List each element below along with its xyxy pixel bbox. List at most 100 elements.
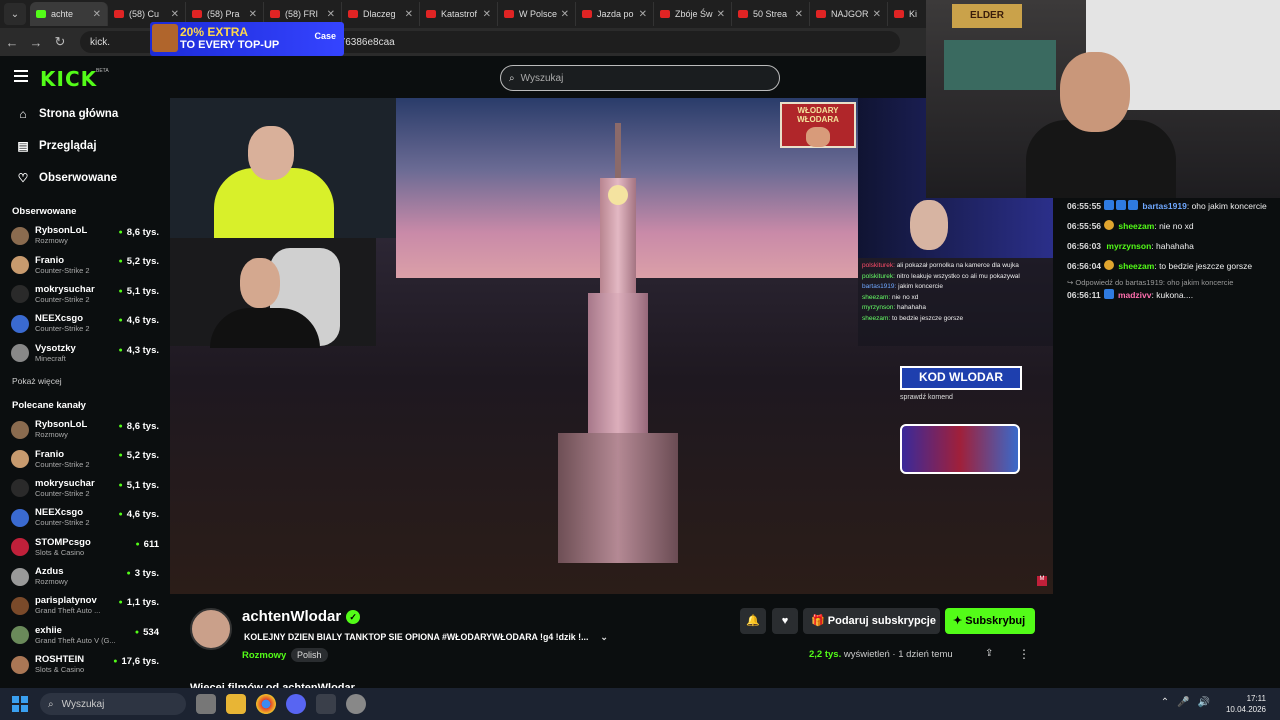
youtube-favicon-icon bbox=[426, 10, 436, 18]
chat-username[interactable]: sheezam bbox=[1118, 221, 1154, 231]
view-count: 2,2 tys. wyświetleń · 1 dzień temu bbox=[809, 649, 953, 660]
browser-tab[interactable]: 50 Strea ✕ bbox=[732, 2, 810, 26]
discord-icon[interactable] bbox=[286, 694, 306, 714]
show-more-link[interactable]: Pokaż więcej bbox=[0, 368, 170, 388]
windows-start-icon[interactable] bbox=[12, 696, 28, 712]
system-tray-icons[interactable]: ⌃🎤🔊 bbox=[1161, 697, 1218, 708]
chat-message: 06:55:56 sheezam: nie no xd bbox=[1067, 220, 1194, 231]
close-icon[interactable]: ✕ bbox=[795, 9, 803, 20]
taskbar-search-input[interactable]: ⌕ Wyszukaj bbox=[40, 693, 186, 715]
xbox-icon[interactable] bbox=[316, 694, 336, 714]
channel-item[interactable]: ROSHTEIN Slots & Casino 17,6 tys. bbox=[0, 650, 170, 679]
browser-tab[interactable]: achte ✕ bbox=[30, 2, 108, 26]
channel-item[interactable]: exhiie Grand Theft Auto V (G... 534 bbox=[0, 621, 170, 650]
kick-logo[interactable]: KICK bbox=[40, 67, 97, 91]
video-player[interactable]: WŁODARY WŁODARA polskiturek: ali pokazał… bbox=[170, 98, 1053, 594]
app-icon[interactable] bbox=[346, 694, 366, 714]
kick-favicon-icon bbox=[36, 10, 46, 18]
close-icon[interactable]: ✕ bbox=[561, 9, 569, 20]
home-icon: ⌂ bbox=[19, 107, 27, 121]
channel-item[interactable]: Franio Counter-Strike 2 5,2 tys. bbox=[0, 444, 170, 473]
channel-item[interactable]: NEEXcsgo Counter-Strike 2 4,6 tys. bbox=[0, 309, 170, 338]
chrome-icon[interactable] bbox=[256, 694, 276, 714]
viewer-count: 17,6 tys. bbox=[113, 656, 160, 667]
close-icon[interactable]: ✕ bbox=[249, 9, 257, 20]
channel-item[interactable]: Franio Counter-Strike 2 5,2 tys. bbox=[0, 250, 170, 279]
forward-icon[interactable]: → bbox=[24, 35, 48, 50]
viewer-count: 8,6 tys. bbox=[119, 227, 159, 238]
avatar bbox=[11, 508, 29, 527]
channel-item[interactable]: parisplatynov Grand Theft Auto ... 1,1 t… bbox=[0, 591, 170, 620]
browser-tab[interactable]: NAJGOR ✕ bbox=[810, 2, 888, 26]
palace-of-culture bbox=[558, 123, 678, 563]
channel-item[interactable]: Vysotzky Minecraft 4,3 tys. bbox=[0, 339, 170, 368]
viewer-count: 4,6 tys. bbox=[119, 315, 159, 326]
heart-follow-icon[interactable]: ♥ bbox=[772, 608, 798, 634]
gift-subscription-button[interactable]: 🎁 Podaruj subskrypcje bbox=[803, 608, 940, 634]
tab-search-button[interactable]: ⌄ bbox=[4, 3, 26, 25]
subscribe-button[interactable]: ✦ Subskrybuj bbox=[945, 608, 1035, 634]
bell-icon[interactable]: 🔔 bbox=[740, 608, 766, 634]
overlay-chat: polskiturek: ali pokazał pornolka na kam… bbox=[858, 258, 1053, 346]
sidebar-nav-item[interactable]: ⌂ Strona główna bbox=[0, 98, 170, 130]
channel-item[interactable]: mokrysuchar Counter-Strike 2 5,1 tys. bbox=[0, 280, 170, 309]
search-input[interactable]: ⌕ Wyszukaj bbox=[500, 65, 780, 91]
close-icon[interactable]: ✕ bbox=[171, 9, 179, 20]
more-options-icon[interactable]: ⋮ bbox=[1018, 647, 1030, 661]
channel-item[interactable]: Azdus Rozmowy 3 tys. bbox=[0, 562, 170, 591]
close-icon[interactable]: ✕ bbox=[873, 9, 881, 20]
sidebar-nav-item[interactable]: ♡ Obserwowane bbox=[0, 162, 170, 194]
channel-name[interactable]: achtenWlodar bbox=[242, 608, 341, 625]
close-icon[interactable]: ✕ bbox=[639, 9, 647, 20]
menu-icon[interactable] bbox=[14, 70, 28, 82]
chat-username[interactable]: sheezam bbox=[1118, 261, 1154, 271]
browser-tab[interactable]: Dlaczeg ✕ bbox=[342, 2, 420, 26]
close-icon[interactable]: ✕ bbox=[327, 9, 335, 20]
browser-tab[interactable]: Jazda po ✕ bbox=[576, 2, 654, 26]
task-view-icon[interactable] bbox=[196, 694, 216, 714]
category-link[interactable]: Rozmowy bbox=[242, 650, 286, 661]
browser-tab[interactable]: Zbóje Św ✕ bbox=[654, 2, 732, 26]
reload-icon[interactable]: ↻ bbox=[48, 34, 72, 50]
close-icon[interactable]: ✕ bbox=[93, 9, 101, 20]
close-icon[interactable]: ✕ bbox=[405, 9, 413, 20]
chat-username[interactable]: bartas1919 bbox=[1142, 201, 1186, 211]
youtube-favicon-icon bbox=[504, 10, 514, 18]
browse-icon: ▤ bbox=[17, 139, 29, 153]
youtube-favicon-icon bbox=[192, 10, 202, 18]
channel-item[interactable]: NEEXcsgo Counter-Strike 2 4,6 tys. bbox=[0, 503, 170, 532]
viewer-count: 5,1 tys. bbox=[119, 480, 159, 491]
avatar bbox=[11, 450, 29, 469]
file-explorer-icon[interactable] bbox=[226, 694, 246, 714]
share-icon[interactable]: ⇪ bbox=[985, 648, 993, 659]
search-icon: ⌕ bbox=[48, 698, 54, 710]
close-icon[interactable]: ✕ bbox=[483, 9, 491, 20]
language-tag[interactable]: Polish bbox=[291, 648, 328, 662]
gift-icon: 🎁 bbox=[811, 615, 828, 627]
channel-avatar[interactable] bbox=[190, 608, 232, 650]
avatar bbox=[11, 626, 29, 645]
sidebar: ⌂ Strona główna ▤ Przeglądaj ♡ Obserwowane Ob… bbox=[0, 98, 170, 688]
channel-item[interactable]: mokrysuchar Counter-Strike 2 5,1 tys. bbox=[0, 474, 170, 503]
browser-tab[interactable]: Katastrof ✕ bbox=[420, 2, 498, 26]
youtube-favicon-icon bbox=[270, 10, 280, 18]
sidebar-nav-item[interactable]: ▤ Przeglądaj bbox=[0, 130, 170, 162]
wlodary-logo: WŁODARY WŁODARA bbox=[780, 102, 856, 148]
clock[interactable]: 17:11 10.04.2026 bbox=[1226, 693, 1266, 715]
channel-item[interactable]: RybsonLoL Rozmowy 8,6 tys. bbox=[0, 221, 170, 250]
streamer-webcam: ELDER bbox=[926, 0, 1280, 198]
back-icon[interactable]: ← bbox=[0, 35, 24, 50]
channel-item[interactable]: RybsonLoL Rozmowy 8,6 tys. bbox=[0, 415, 170, 444]
browser-tab[interactable]: W Polsce ✕ bbox=[498, 2, 576, 26]
badge-icon bbox=[1128, 200, 1139, 210]
reply-reference: ↪ Odpowiedź do bartas1919: oho jakim kon… bbox=[1067, 278, 1234, 287]
chat-username[interactable]: myrzynson bbox=[1106, 241, 1151, 251]
avatar bbox=[11, 655, 29, 674]
close-icon[interactable]: ✕ bbox=[717, 9, 725, 20]
chevron-down-icon[interactable]: ⌄ bbox=[600, 632, 607, 642]
top-up-ad-banner[interactable]: 20% EXTRA TO EVERY TOP-UP Case bbox=[150, 22, 344, 56]
badge-icon bbox=[1116, 200, 1127, 210]
channel-item[interactable]: STOMPcsgo Slots & Casino 611 bbox=[0, 533, 170, 562]
viewer-count: 611 bbox=[135, 539, 159, 550]
viewer-count: 5,1 tys. bbox=[119, 286, 159, 297]
